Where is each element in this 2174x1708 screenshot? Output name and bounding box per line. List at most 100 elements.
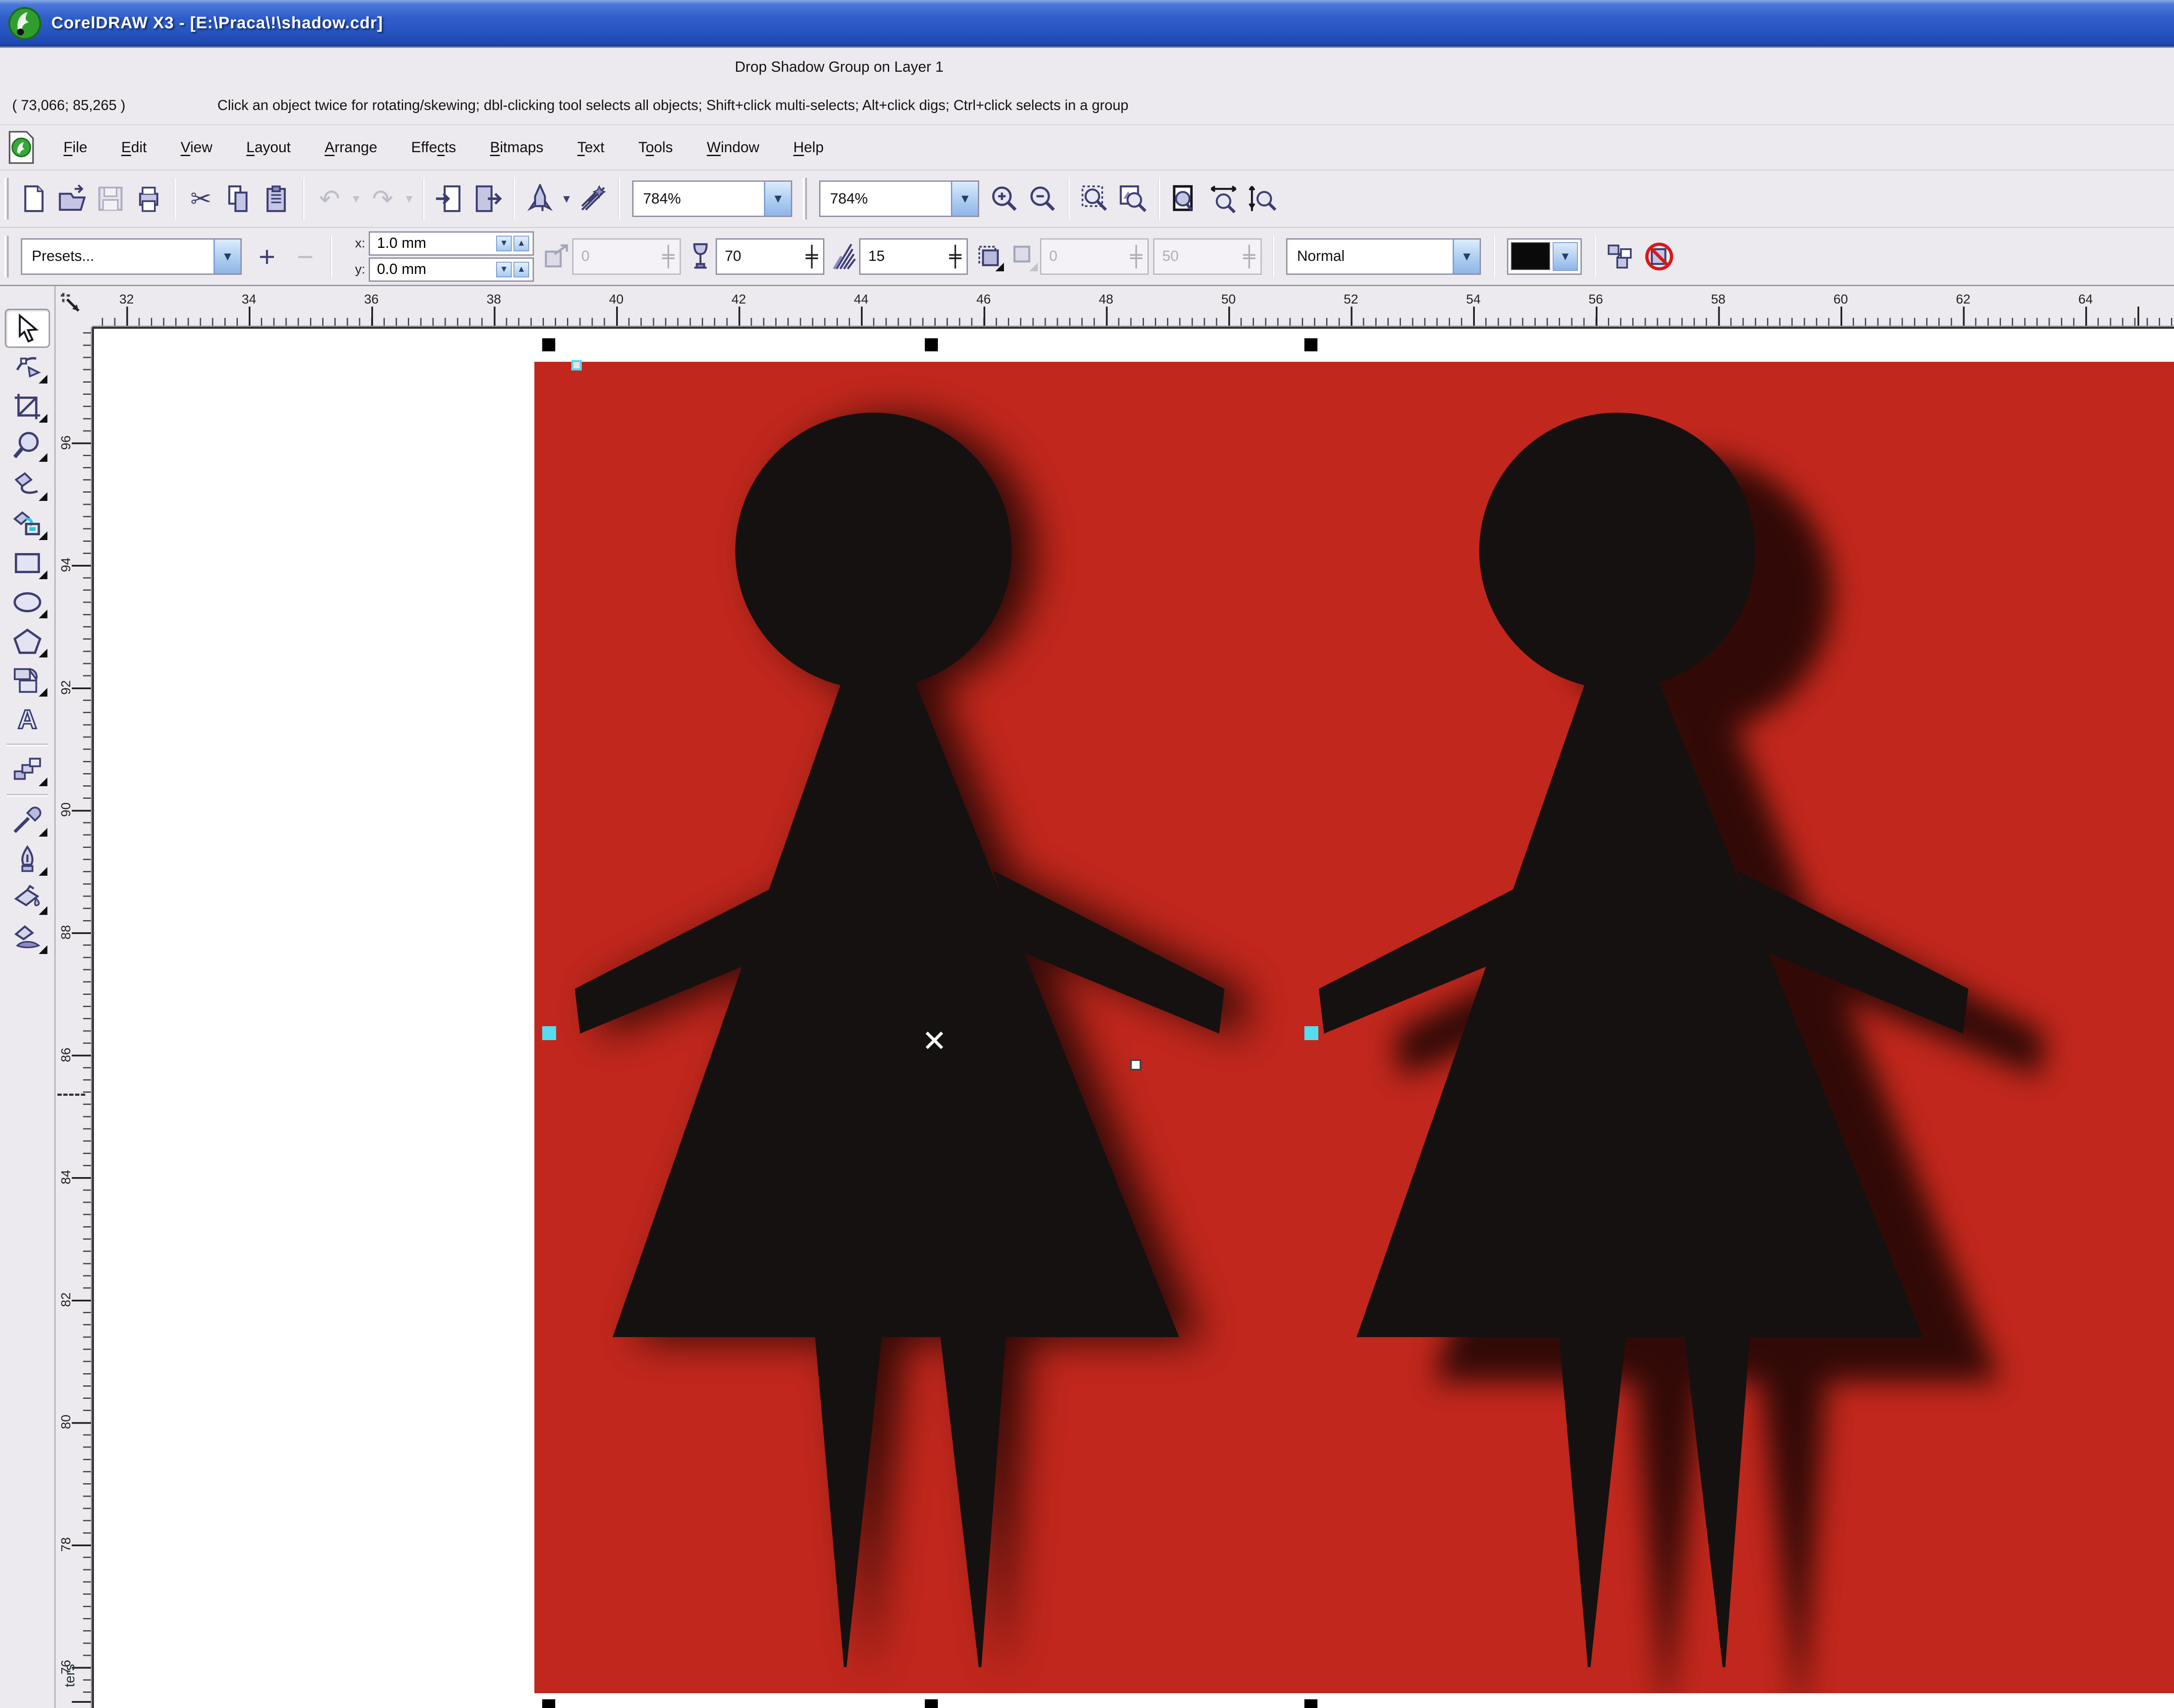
drop-shadow-start-node[interactable] xyxy=(571,360,582,370)
crop-tool[interactable] xyxy=(5,387,50,426)
redo-dropdown[interactable]: ▼ xyxy=(402,178,417,220)
selection-handle-top-left[interactable] xyxy=(542,338,555,351)
corel-online-button[interactable] xyxy=(574,178,612,220)
copy-button[interactable] xyxy=(220,178,258,220)
interactive-blend-tool[interactable] xyxy=(5,751,50,790)
freehand-tool[interactable] xyxy=(5,465,50,504)
operation-dropdown-icon[interactable]: ▼ xyxy=(1453,239,1480,274)
ellipse-tool[interactable] xyxy=(5,583,50,622)
transparency-operation-value[interactable]: Normal xyxy=(1287,240,1453,274)
menu-arrange[interactable]: Arrange xyxy=(313,133,390,162)
zoom-to-selection-button[interactable] xyxy=(1076,178,1114,220)
text-tool[interactable]: A xyxy=(5,700,50,739)
new-document-button[interactable] xyxy=(15,178,53,220)
toolbar-grip[interactable] xyxy=(4,235,9,277)
shadow-handle-middle-left[interactable] xyxy=(542,1026,556,1040)
outline-tool[interactable] xyxy=(5,840,50,879)
redo-button[interactable]: ↷ xyxy=(363,178,402,220)
shadow-color-dropdown-icon[interactable]: ▼ xyxy=(1553,242,1578,271)
menu-bitmaps[interactable]: Bitmaps xyxy=(478,133,556,162)
print-button[interactable] xyxy=(130,178,168,220)
zoom-to-width-button[interactable] xyxy=(1204,178,1243,220)
eyedropper-tool[interactable] xyxy=(5,801,50,840)
zoom-toolbar-dropdown-icon[interactable]: ▼ xyxy=(951,182,978,216)
rectangle-tool[interactable] xyxy=(5,544,50,583)
zoom-to-page-button[interactable] xyxy=(1166,178,1204,220)
save-button[interactable] xyxy=(91,178,130,220)
add-preset-button[interactable]: + xyxy=(248,236,286,277)
export-button[interactable] xyxy=(469,178,507,220)
toolbar-separator xyxy=(330,235,332,277)
toolbar-separator xyxy=(1493,235,1495,277)
paste-button[interactable] xyxy=(258,178,297,220)
selection-handle-bottom-right[interactable] xyxy=(1304,1699,1317,1708)
smart-fill-tool[interactable] xyxy=(5,504,50,544)
figures-artwork[interactable] xyxy=(534,362,2174,1693)
offset-y-field[interactable]: 0.0 mm ▼ ▲ xyxy=(369,257,534,282)
remove-preset-button[interactable]: − xyxy=(286,236,324,277)
menu-window[interactable]: Window xyxy=(695,133,772,162)
zoom-to-all-button[interactable] xyxy=(1114,178,1152,220)
clear-drop-shadow-button[interactable] xyxy=(1640,236,1678,277)
menu-effects[interactable]: Effects xyxy=(399,133,468,162)
presets-combo[interactable]: Presets... ▼ xyxy=(21,238,242,275)
zoom-in-button[interactable] xyxy=(985,178,1024,220)
drawing-canvas[interactable] xyxy=(92,327,2174,1708)
menu-view[interactable]: View xyxy=(168,133,224,162)
offset-x-spin-down[interactable]: ▼ xyxy=(496,235,512,251)
basic-shapes-tool[interactable] xyxy=(5,661,50,700)
zoom-tool[interactable] xyxy=(5,426,50,465)
application-launcher-button[interactable] xyxy=(521,178,559,220)
toolbar-grip[interactable] xyxy=(803,178,807,220)
shadow-opacity-field[interactable]: 70 ╪ xyxy=(716,238,824,275)
cut-button[interactable]: ✂ xyxy=(182,178,220,220)
pick-tool[interactable] xyxy=(4,309,50,348)
offset-y-spin-up[interactable]: ▲ xyxy=(513,261,529,277)
offset-x-spin-up[interactable]: ▲ xyxy=(513,235,529,251)
feathering-direction-button[interactable] xyxy=(972,236,1006,277)
menu-text[interactable]: Text xyxy=(565,133,617,162)
menu-edit[interactable]: Edit xyxy=(109,133,159,162)
application-launcher-dropdown[interactable]: ▼ xyxy=(559,178,574,220)
import-button[interactable] xyxy=(430,178,469,220)
zoom-level-value[interactable]: 784% xyxy=(634,182,764,216)
selection-center-marker[interactable] xyxy=(924,1030,944,1050)
offset-x-field[interactable]: 1.0 mm ▼ ▲ xyxy=(369,231,534,256)
polygon-tool[interactable] xyxy=(5,622,50,661)
menu-file[interactable]: File xyxy=(51,133,100,162)
menu-tools[interactable]: Tools xyxy=(626,133,685,162)
horizontal-ruler[interactable]: 323436384042444648505254565860626466 xyxy=(92,286,2174,327)
shadow-color-picker[interactable]: ▼ xyxy=(1507,238,1582,275)
vertical-ruler[interactable]: 989694929088868482807876 ters xyxy=(56,327,92,1708)
selection-handle-bottom-center[interactable] xyxy=(925,1699,938,1708)
interactive-fill-tool[interactable] xyxy=(5,918,50,957)
ruler-origin[interactable] xyxy=(56,286,92,327)
shadow-handle-middle-right[interactable] xyxy=(1304,1026,1318,1040)
copy-shadow-properties-button[interactable] xyxy=(1602,236,1640,277)
presets-value[interactable]: Presets... xyxy=(22,240,213,274)
drop-shadow-end-node[interactable] xyxy=(1130,1059,1141,1071)
zoom-out-button[interactable] xyxy=(1024,178,1062,220)
zoom-toolbar-combo[interactable]: 784% ▼ xyxy=(819,180,979,217)
fill-tool[interactable] xyxy=(5,879,50,918)
shadow-color-chip[interactable] xyxy=(1511,242,1550,270)
offset-y-spin-down[interactable]: ▼ xyxy=(496,261,512,277)
presets-dropdown-icon[interactable]: ▼ xyxy=(213,239,240,274)
zoom-to-height-button[interactable] xyxy=(1243,178,1281,220)
undo-dropdown[interactable]: ▼ xyxy=(349,178,363,220)
selection-handle-bottom-left[interactable] xyxy=(542,1699,555,1708)
menu-layout[interactable]: Layout xyxy=(234,133,303,162)
selection-handle-top-right[interactable] xyxy=(1304,338,1317,351)
zoom-toolbar-value[interactable]: 784% xyxy=(820,182,951,216)
menu-help[interactable]: Help xyxy=(781,133,836,162)
zoom-level-dropdown-icon[interactable]: ▼ xyxy=(764,182,791,216)
shadow-feathering-field[interactable]: 15 ╪ xyxy=(859,238,968,275)
selection-handle-top-center[interactable] xyxy=(925,338,938,351)
transparency-operation-combo[interactable]: Normal ▼ xyxy=(1286,238,1481,275)
open-button[interactable] xyxy=(53,178,91,220)
undo-button[interactable]: ↶ xyxy=(310,178,349,220)
zoom-level-combo[interactable]: 784% ▼ xyxy=(632,180,792,217)
toolbar-separator xyxy=(618,178,620,220)
toolbar-grip[interactable] xyxy=(4,178,9,220)
shape-tool[interactable] xyxy=(5,348,50,387)
